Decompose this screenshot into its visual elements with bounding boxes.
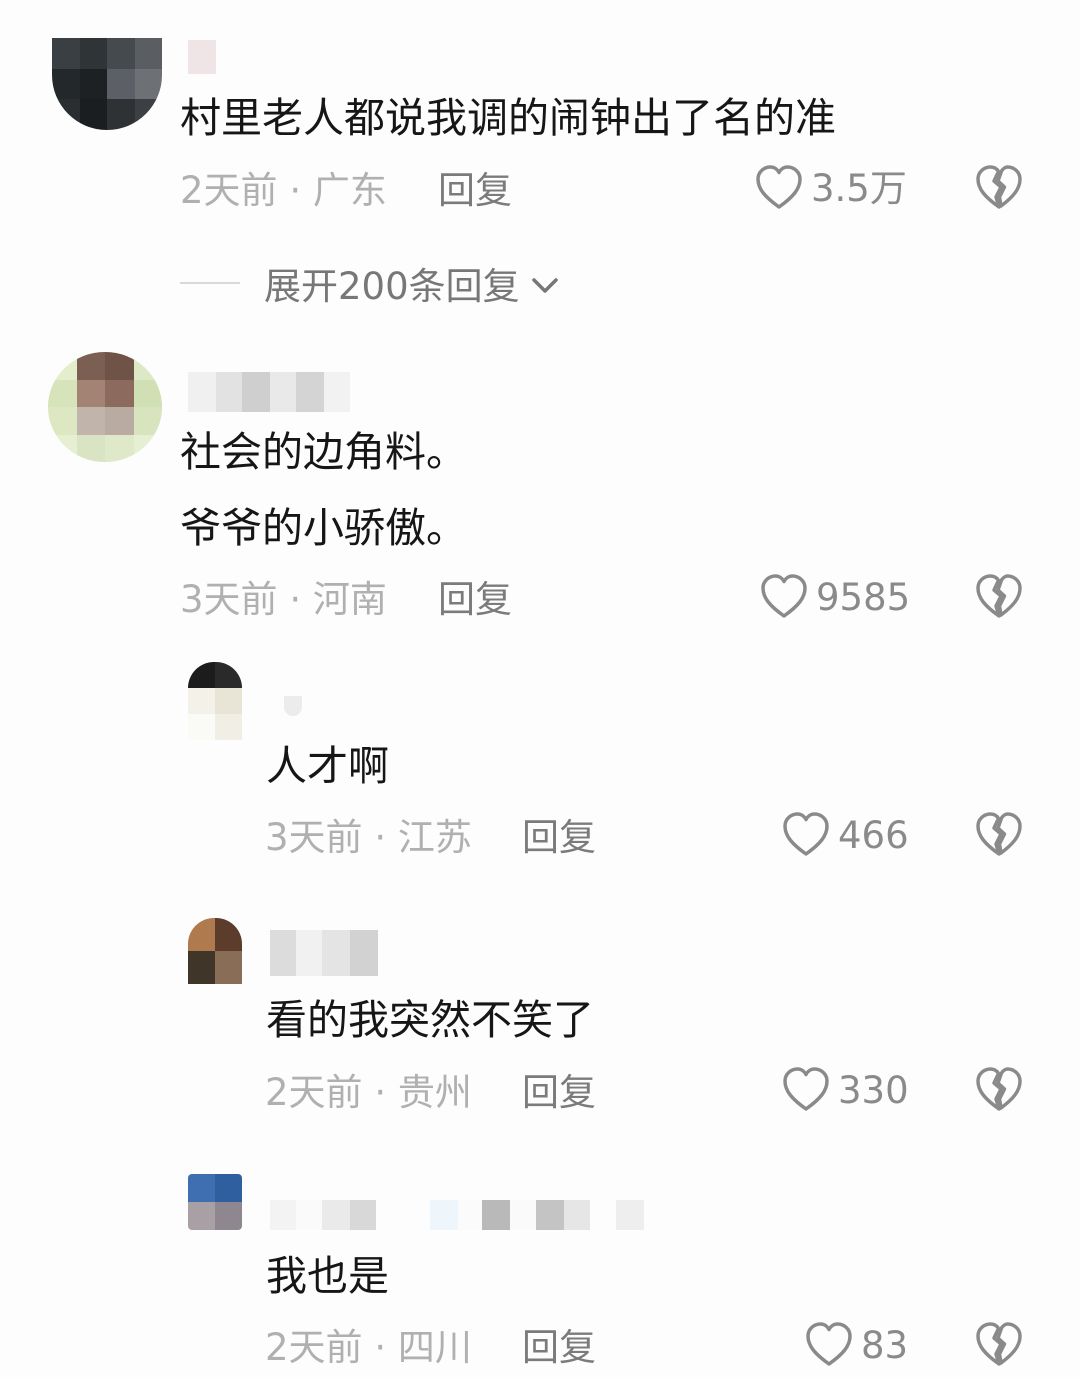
comment-meta: 3天前 · 河南	[180, 581, 387, 618]
like-button[interactable]: 466	[782, 812, 909, 858]
comment-time: 3天前	[180, 578, 278, 621]
meta-separator: ·	[374, 1326, 387, 1369]
reply-location: 贵州	[397, 1071, 472, 1114]
reply-button[interactable]: 回复	[438, 581, 512, 618]
chevron-down-icon	[530, 262, 560, 305]
reply-button[interactable]: 回复	[522, 1329, 596, 1366]
reply-button[interactable]: 回复	[522, 819, 596, 856]
dislike-button[interactable]	[975, 1322, 1023, 1368]
reply-meta: 3天前 · 江苏	[265, 819, 472, 856]
comment-location: 广东	[312, 169, 387, 212]
comment-text: 爷爷的小骄傲。	[180, 504, 467, 552]
reply-time: 2天前	[265, 1071, 363, 1114]
like-count: 9585	[816, 575, 911, 619]
heart-outline-icon	[782, 1067, 830, 1113]
reply-button[interactable]: 回复	[522, 1074, 596, 1111]
avatar[interactable]	[188, 1174, 242, 1230]
dislike-button[interactable]	[975, 1067, 1023, 1113]
heart-outline-icon	[760, 574, 808, 620]
like-count: 466	[838, 813, 909, 857]
meta-separator: ·	[374, 816, 387, 859]
expand-replies-label: 展开200条回复	[264, 265, 520, 308]
avatar[interactable]	[188, 662, 242, 740]
heart-outline-icon	[755, 165, 803, 211]
broken-heart-icon	[975, 1067, 1023, 1113]
reply-meta: 2天前 · 四川	[265, 1329, 472, 1366]
comment-time: 2天前	[180, 169, 278, 212]
reply-meta: 2天前 · 贵州	[265, 1074, 472, 1111]
comment-text: 村里老人都说我调的闹钟出了名的准	[180, 94, 836, 142]
username-blurred[interactable]	[188, 40, 216, 74]
like-button[interactable]: 330	[782, 1067, 909, 1113]
dislike-button[interactable]	[975, 165, 1023, 211]
heart-outline-icon	[782, 812, 830, 858]
reply-time: 3天前	[265, 816, 363, 859]
dislike-button[interactable]	[975, 812, 1023, 858]
reply-text: 看的我突然不笑了	[266, 996, 594, 1044]
reply-button[interactable]: 回复	[438, 172, 512, 209]
meta-separator: ·	[374, 1071, 387, 1114]
divider-line	[180, 282, 240, 284]
meta-separator: ·	[289, 578, 302, 621]
like-button[interactable]: 83	[805, 1322, 908, 1368]
username-blurred[interactable]	[284, 696, 302, 716]
reply-location: 江苏	[397, 816, 472, 859]
broken-heart-icon	[975, 812, 1023, 858]
avatar[interactable]	[52, 38, 162, 130]
avatar[interactable]	[188, 918, 242, 984]
username-blurred[interactable]	[188, 372, 350, 412]
comment-text: 社会的边角料。	[180, 428, 467, 476]
expand-replies-button[interactable]: 展开200条回复	[180, 256, 560, 310]
username-blurred[interactable]	[270, 1200, 644, 1230]
like-button[interactable]: 9585	[760, 574, 910, 620]
comment-meta: 2天前 · 广东	[180, 172, 387, 209]
like-count: 83	[861, 1323, 909, 1367]
heart-outline-icon	[805, 1322, 853, 1368]
broken-heart-icon	[975, 165, 1023, 211]
comment-location: 河南	[312, 578, 387, 621]
reply-text: 人才啊	[266, 742, 389, 790]
like-count: 330	[838, 1068, 909, 1112]
broken-heart-icon	[975, 1322, 1023, 1368]
avatar[interactable]	[48, 352, 162, 462]
reply-text: 我也是	[266, 1252, 389, 1300]
meta-separator: ·	[289, 169, 302, 212]
reply-time: 2天前	[265, 1326, 363, 1369]
like-button[interactable]: 3.5万	[755, 165, 907, 211]
reply-location: 四川	[397, 1326, 472, 1369]
like-count: 3.5万	[811, 166, 907, 210]
dislike-button[interactable]	[975, 574, 1023, 620]
broken-heart-icon	[975, 574, 1023, 620]
username-blurred[interactable]	[270, 930, 378, 976]
